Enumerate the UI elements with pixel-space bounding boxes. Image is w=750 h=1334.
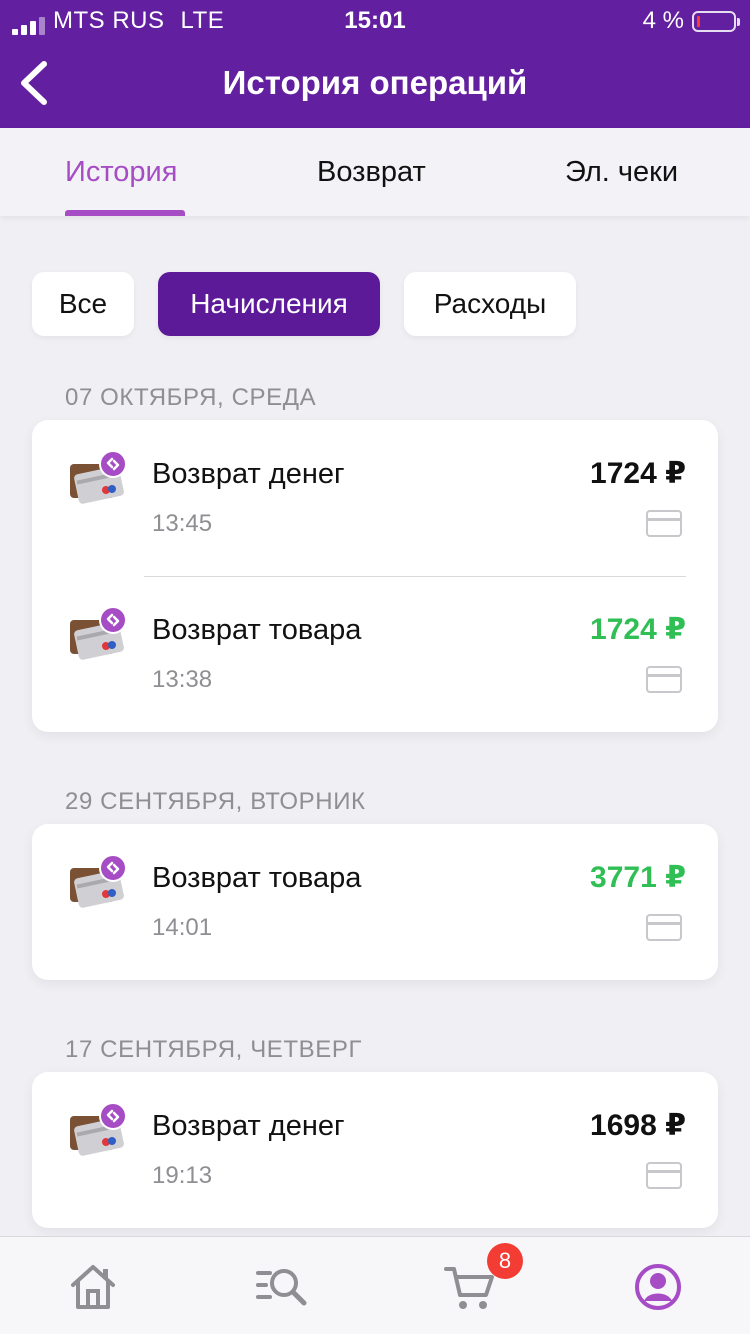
- operation-amount: 1724 ₽: [590, 613, 686, 646]
- refund-card-icon: [70, 1102, 127, 1156]
- operation-time: 19:13: [152, 1162, 213, 1189]
- operation-amount: 1724 ₽: [590, 457, 686, 490]
- tab-bar-top: История Возврат Эл. чеки: [0, 128, 750, 216]
- tab-history[interactable]: История: [65, 156, 177, 189]
- section-date: 07 ОКТЯБРЯ, СРЕДА: [65, 384, 317, 411]
- operation-title: Возврат товара: [152, 862, 362, 894]
- payment-card-icon: [646, 666, 682, 693]
- operations-card: Возврат денег 13:45 1724 ₽ Возврат товар…: [32, 420, 718, 732]
- active-tab-indicator: [65, 210, 185, 216]
- operation-time: 14:01: [152, 914, 213, 941]
- operation-title: Возврат денег: [152, 458, 345, 490]
- payment-card-icon: [646, 914, 682, 941]
- cart-badge: 8: [487, 1243, 523, 1279]
- battery-icon: [692, 10, 740, 32]
- tab-e-receipts[interactable]: Эл. чеки: [565, 156, 678, 189]
- battery-percent: 4 %: [642, 7, 684, 34]
- operation-row[interactable]: Возврат товара 14:01 3771 ₽: [32, 824, 718, 980]
- operation-row[interactable]: Возврат денег 19:13 1698 ₽: [32, 1072, 718, 1228]
- status-bar: MTS RUS LTE 15:01 4 %: [0, 0, 750, 40]
- catalog-search-icon[interactable]: [256, 1261, 308, 1313]
- payment-card-icon: [646, 1162, 682, 1189]
- operations-card: Возврат товара 14:01 3771 ₽: [32, 824, 718, 980]
- page-title: История операций: [222, 64, 528, 101]
- refund-card-icon: [70, 854, 127, 908]
- operations-card: Возврат денег 19:13 1698 ₽: [32, 1072, 718, 1228]
- profile-icon[interactable]: [632, 1261, 684, 1313]
- section-date: 17 СЕНТЯБРЯ, ЧЕТВЕРГ: [65, 1036, 363, 1063]
- filter-income[interactable]: Начисления: [158, 272, 380, 336]
- refund-card-icon: [70, 450, 127, 504]
- section-date: 29 СЕНТЯБРЯ, ВТОРНИК: [65, 788, 366, 815]
- tab-return[interactable]: Возврат: [317, 156, 426, 189]
- operation-amount: 1698 ₽: [590, 1109, 686, 1142]
- operation-time: 13:45: [152, 510, 213, 537]
- status-time: 15:01: [344, 7, 406, 34]
- app-header: MTS RUS LTE 15:01 4 % История операций: [0, 0, 750, 128]
- operation-amount: 3771 ₽: [590, 861, 686, 894]
- bottom-tab-bar: [0, 1236, 750, 1334]
- operation-title: Возврат денег: [152, 1110, 345, 1142]
- operation-title: Возврат товара: [152, 614, 362, 646]
- filter-expenses[interactable]: Расходы: [404, 272, 576, 336]
- payment-card-icon: [646, 510, 682, 537]
- operation-time: 13:38: [152, 666, 213, 693]
- operation-row[interactable]: Возврат товара 13:38 1724 ₽: [32, 576, 718, 732]
- refund-card-icon: [70, 606, 127, 660]
- filter-all[interactable]: Все: [32, 272, 134, 336]
- operation-row[interactable]: Возврат денег 13:45 1724 ₽: [32, 420, 718, 576]
- home-icon[interactable]: [67, 1261, 119, 1313]
- status-right: 4 %: [642, 7, 740, 35]
